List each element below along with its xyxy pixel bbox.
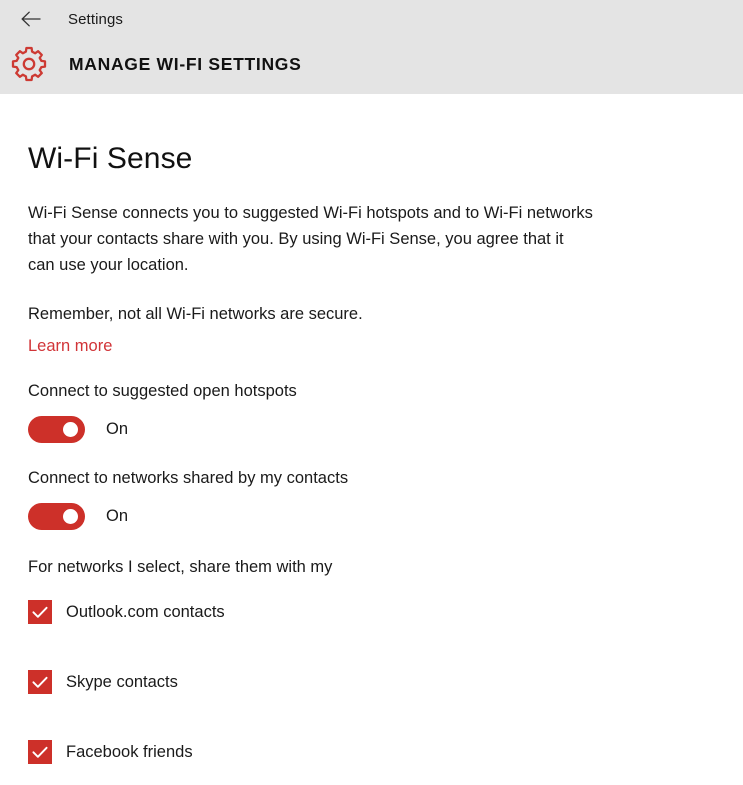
toggle-row: On	[28, 402, 715, 443]
toggle-state-label: On	[106, 507, 129, 525]
checkbox-label: Facebook friends	[66, 742, 193, 761]
toggle-suggested-hotspots[interactable]	[28, 416, 85, 443]
gear-icon	[10, 45, 48, 83]
toggle-row: On	[28, 489, 715, 530]
checkbox-checked-icon[interactable]	[28, 670, 52, 694]
setting-label: Connect to suggested open hotspots	[28, 382, 297, 400]
toggle-knob	[63, 422, 78, 437]
toggle-knob	[63, 509, 78, 524]
setting-suggested-hotspots: Connect to suggested open hotspots On	[28, 356, 715, 443]
titlebar-label: Settings	[68, 10, 123, 28]
setting-label: Connect to networks shared by my contact…	[28, 469, 349, 487]
checkbox-row-skype[interactable]: Skype contacts	[28, 624, 715, 694]
settings-content: Wi-Fi Sense Wi-Fi Sense connects you to …	[0, 94, 743, 764]
security-note-text: Remember, not all Wi-Fi networks are sec…	[28, 305, 363, 323]
section-title: Wi-Fi Sense	[28, 142, 193, 175]
back-arrow-icon[interactable]	[14, 4, 48, 34]
app-header: Settings MANAGE WI-FI SETTINGS	[0, 0, 743, 94]
setting-shared-networks: Connect to networks shared by my contact…	[28, 443, 715, 530]
checkbox-checked-icon[interactable]	[28, 740, 52, 764]
checkbox-row-outlook[interactable]: Outlook.com contacts	[28, 578, 715, 624]
checkbox-checked-icon[interactable]	[28, 600, 52, 624]
description-text: Wi-Fi Sense connects you to suggested Wi…	[28, 204, 593, 274]
toggle-state-label: On	[106, 420, 129, 438]
checkbox-row-facebook[interactable]: Facebook friends	[28, 694, 715, 764]
checkbox-label: Outlook.com contacts	[66, 602, 225, 621]
toggle-shared-networks[interactable]	[28, 503, 85, 530]
page-header-row: MANAGE WI-FI SETTINGS	[0, 38, 743, 90]
learn-more-link[interactable]: Learn more	[28, 326, 112, 356]
checkbox-group-label: For networks I select, share them with m…	[28, 558, 333, 576]
titlebar: Settings	[0, 0, 743, 38]
page-title: MANAGE WI-FI SETTINGS	[69, 53, 302, 74]
checkbox-label: Skype contacts	[66, 672, 178, 691]
